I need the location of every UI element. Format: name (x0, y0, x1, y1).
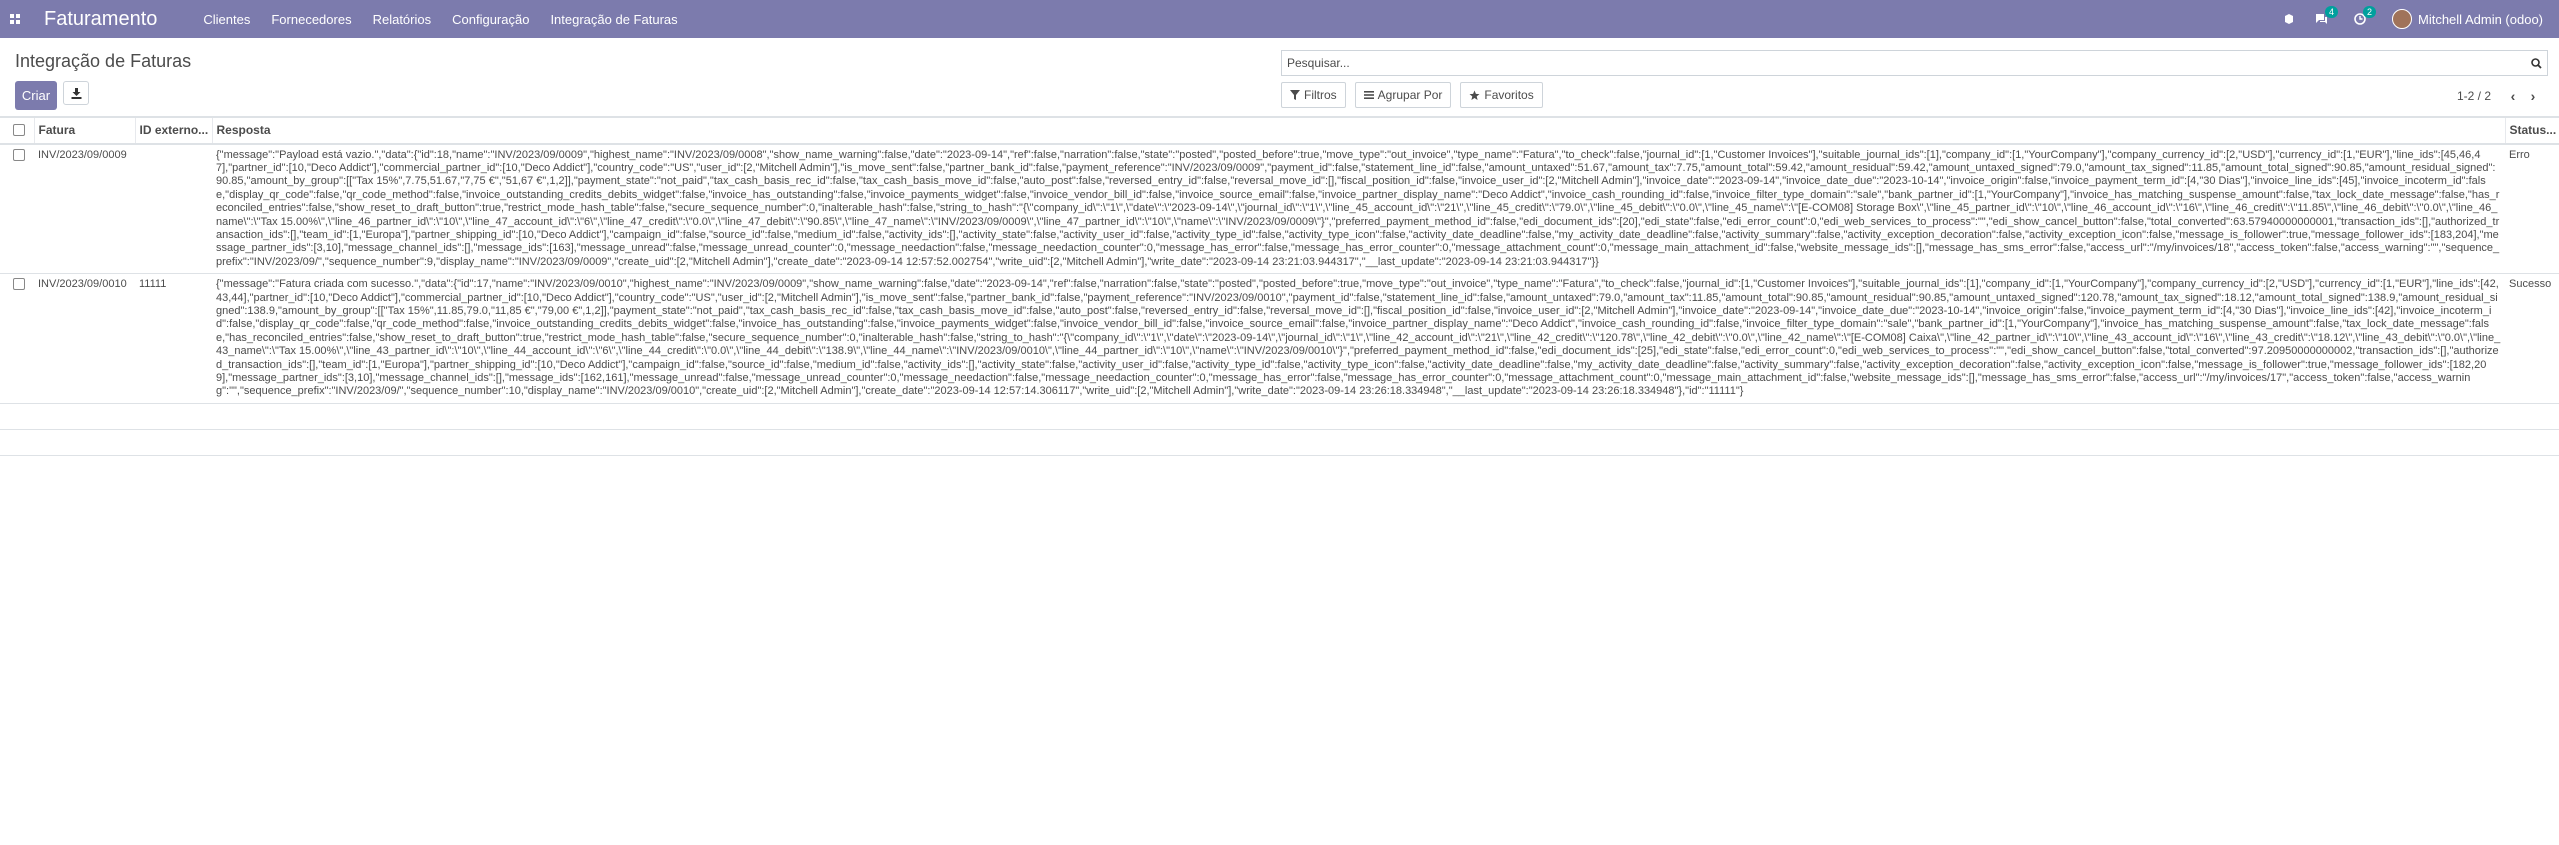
avatar[interactable] (2392, 9, 2412, 29)
column-header-external-id[interactable]: ID externo... (134, 117, 212, 145)
invoice-integration-table: Fatura ID externo... Resposta Status... … (0, 117, 2559, 456)
filter-icon (1290, 90, 1300, 100)
messages-button[interactable]: 4 (2315, 6, 2338, 25)
create-button[interactable]: Criar (15, 81, 57, 110)
cell-resposta: {"message":"Payload está vazio.","data":… (212, 143, 2505, 275)
cell-resposta: {"message":"Fatura criada com sucesso.",… (212, 273, 2505, 404)
menu-item-integracao-de-faturas[interactable]: Integração de Faturas (550, 12, 677, 27)
cell-status: Erro (2505, 143, 2559, 275)
search-icon[interactable] (2525, 51, 2547, 75)
select-all-checkbox[interactable] (13, 123, 25, 136)
select-all-cell (0, 117, 34, 145)
control-panel: Integração de Faturas Criar Filtros Agru… (0, 38, 2559, 117)
table-row[interactable]: INV/2023/09/0010 11111 {"message":"Fatur… (0, 273, 2559, 404)
pager-value[interactable]: 1-2 / 2 (2457, 89, 2491, 103)
export-button[interactable] (63, 81, 89, 105)
menu-item-relatorios[interactable]: Relatórios (373, 12, 432, 27)
column-header-fatura[interactable]: Fatura (33, 117, 135, 145)
row-select-cell (0, 273, 34, 404)
group-by-button[interactable]: Agrupar Por (1354, 82, 1452, 108)
cell-external-id: 11111 (135, 273, 212, 404)
empty-row (0, 429, 2559, 456)
pager-next-button[interactable]: › (2523, 88, 2543, 104)
row-select-cell (0, 143, 34, 275)
empty-row (0, 403, 2559, 430)
table-header-row: Fatura ID externo... Resposta Status... (0, 117, 2559, 145)
apps-grid-icon (10, 14, 20, 24)
apps-menu-button[interactable] (0, 0, 30, 38)
messages-count-badge: 4 (2324, 6, 2338, 18)
list-icon (1363, 91, 1374, 99)
row-checkbox[interactable] (13, 148, 25, 161)
column-header-status[interactable]: Status... (2504, 117, 2559, 145)
activities-button[interactable]: 2 (2354, 6, 2376, 25)
activities-count-badge: 2 (2362, 6, 2376, 18)
pager: 1-2 / 2 ‹ › (2457, 88, 2543, 104)
chevron-left-icon: ‹ (2510, 88, 2516, 104)
bug-icon[interactable] (2283, 13, 2295, 25)
table-row[interactable]: INV/2023/09/0009 {"message":"Payload est… (0, 143, 2559, 275)
menu-item-clientes[interactable]: Clientes (203, 12, 250, 27)
pager-previous-button[interactable]: ‹ (2503, 88, 2523, 104)
app-title[interactable]: Faturamento (44, 8, 157, 31)
star-icon (1469, 90, 1480, 100)
cell-fatura: INV/2023/09/0009 (34, 143, 135, 275)
search-options: Filtros Agrupar Por Favoritos (1281, 82, 1543, 108)
search-bar (1281, 50, 2548, 76)
favorites-button[interactable]: Favoritos (1460, 82, 1543, 108)
cell-external-id (135, 143, 212, 275)
filters-button[interactable]: Filtros (1281, 82, 1346, 108)
favorites-label: Favoritos (1484, 88, 1534, 102)
cell-status: Sucesso (2505, 273, 2559, 404)
filters-label: Filtros (1304, 88, 1337, 102)
menu-item-fornecedores[interactable]: Fornecedores (271, 12, 351, 27)
search-input[interactable] (1282, 51, 2525, 75)
cell-fatura: INV/2023/09/0010 (34, 273, 135, 404)
group-by-label: Agrupar Por (1377, 88, 1443, 102)
top-navbar: Faturamento Clientes Fornecedores Relató… (0, 0, 2559, 38)
row-checkbox[interactable] (13, 278, 25, 291)
menu-item-configuracao[interactable]: Configuração (452, 12, 529, 27)
breadcrumb: Integração de Faturas (15, 51, 192, 71)
column-header-resposta[interactable]: Resposta (211, 117, 2505, 145)
download-icon (71, 87, 81, 99)
list-view: Fatura ID externo... Resposta Status... … (0, 117, 2559, 597)
chevron-right-icon: › (2530, 88, 2536, 104)
user-menu[interactable]: Mitchell Admin (odoo) (2418, 12, 2543, 27)
